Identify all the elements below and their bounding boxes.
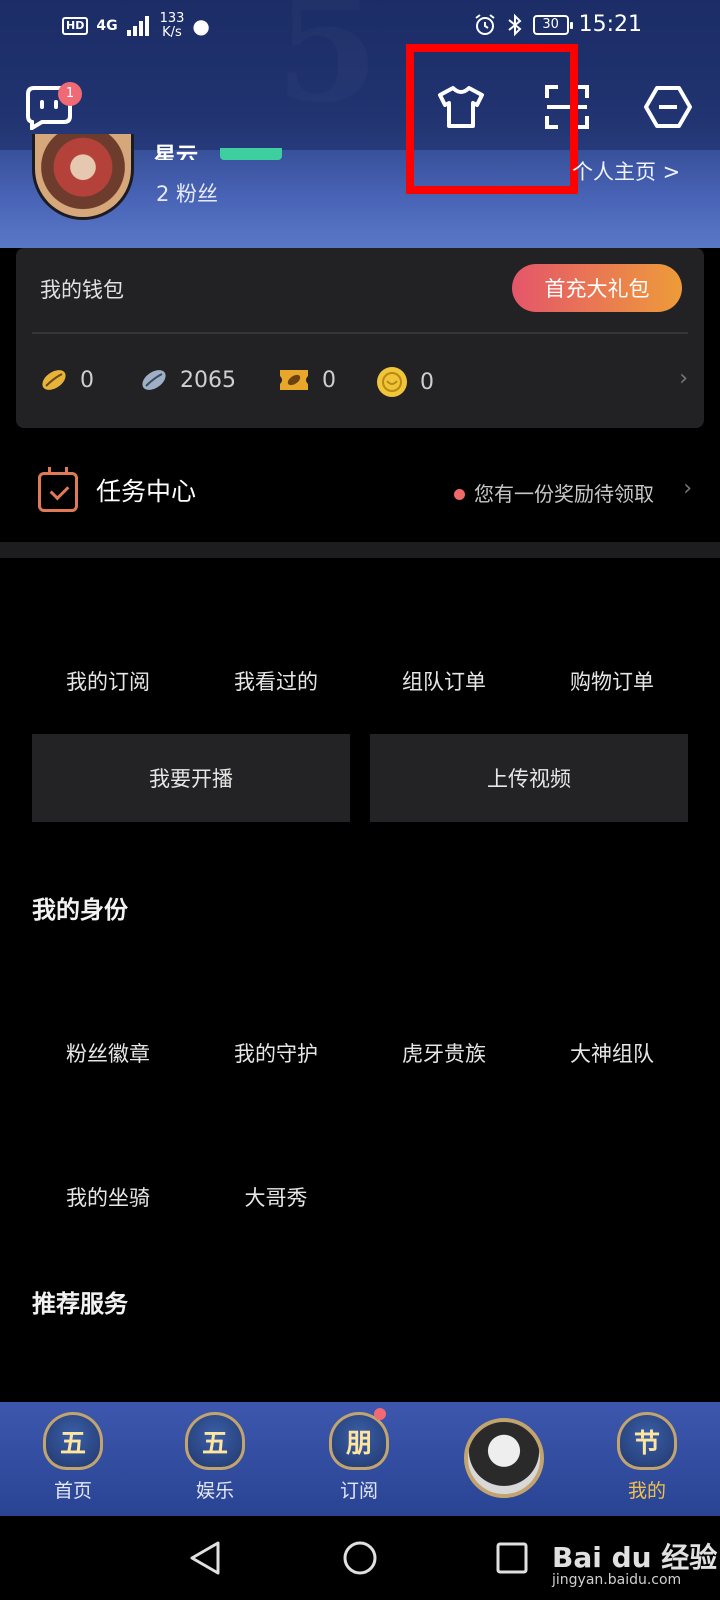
nav-home[interactable]: 五 首页 xyxy=(18,1412,128,1503)
recommend-section-title: 推荐服务 xyxy=(32,1290,128,1318)
wallet-title: 我的钱包 xyxy=(40,278,124,302)
identity-row-2: 我的坐骑 大哥秀 xyxy=(24,1182,696,1212)
silver-bean-icon xyxy=(142,370,166,390)
nav-mine[interactable]: 节 我的 xyxy=(592,1412,702,1503)
network-speed: 133 K/s xyxy=(160,12,185,40)
home-circle-icon[interactable] xyxy=(342,1540,378,1576)
annotation-highlight-box xyxy=(406,44,578,194)
big-brother-show-link[interactable]: 大哥秀 xyxy=(192,1182,360,1212)
speed-unit: K/s xyxy=(162,25,182,40)
nav-entertainment[interactable]: 五 娱乐 xyxy=(160,1412,270,1503)
fans-count[interactable]: 2 粉丝 xyxy=(156,178,218,208)
divider xyxy=(32,332,688,334)
red-dot-indicator xyxy=(454,489,465,500)
coin-balance[interactable]: 0 xyxy=(376,366,434,398)
fan-badge-link[interactable]: 粉丝徽章 xyxy=(24,1038,192,1068)
watermark-url: jingyan.baidu.com xyxy=(552,1572,682,1588)
ticket-icon xyxy=(280,370,308,390)
task-center-row[interactable]: 任务中心 您有一份奖励待领取 › xyxy=(0,460,720,536)
alarm-icon xyxy=(474,13,495,35)
section-separator xyxy=(0,542,720,558)
ticket-value: 0 xyxy=(322,367,336,393)
chat-bubble-icon: ● xyxy=(192,14,210,38)
status-bar: HD 4G 133 K/s ● 30 15:21 xyxy=(0,0,720,52)
nav-entertainment-label: 娱乐 xyxy=(195,1480,234,1502)
entertainment-emblem-icon: 五 xyxy=(185,1412,245,1470)
gold-bean-value: 0 xyxy=(80,367,94,393)
baidu-jingyan-watermark: Bai du 经验 xyxy=(552,1541,718,1574)
hd-indicator: HD xyxy=(62,17,89,35)
message-badge: 1 xyxy=(58,82,82,106)
settings-hexagon-icon xyxy=(644,86,692,128)
gold-bean-icon xyxy=(42,370,66,390)
chevron-right-icon[interactable]: › xyxy=(679,366,688,391)
chevron-right-icon: › xyxy=(683,476,692,501)
battery-indicator: 30 xyxy=(532,14,573,35)
master-team-link[interactable]: 大神组队 xyxy=(528,1038,696,1068)
watch-history-link[interactable]: 我看过的 xyxy=(192,666,360,696)
gold-bean-balance[interactable]: 0 xyxy=(40,366,94,394)
bottom-nav-bar: 五 首页 五 娱乐 朋 订阅 节 我的 xyxy=(0,1402,720,1516)
home-emblem-icon: 五 xyxy=(43,1412,103,1470)
noble-link[interactable]: 虎牙贵族 xyxy=(360,1038,528,1068)
recents-square-icon[interactable] xyxy=(496,1542,528,1574)
my-guard-link[interactable]: 我的守护 xyxy=(192,1038,360,1068)
back-icon[interactable] xyxy=(188,1540,222,1576)
my-subscriptions-link[interactable]: 我的订阅 xyxy=(24,666,192,696)
my-mount-link[interactable]: 我的坐骑 xyxy=(24,1182,192,1212)
subscriptions-emblem-icon: 朋 xyxy=(329,1412,389,1470)
system-nav-bar: Bai du 经验 jingyan.baidu.com xyxy=(0,1516,720,1600)
signal-bars-icon xyxy=(126,16,149,36)
coin-value: 0 xyxy=(420,369,434,395)
ticket-balance[interactable]: 0 xyxy=(278,366,336,394)
homepage-link[interactable]: 个人主页 > xyxy=(572,156,680,186)
nav-subscriptions[interactable]: 朋 订阅 xyxy=(304,1408,414,1503)
level-badge xyxy=(220,148,282,160)
mine-emblem-icon: 节 xyxy=(617,1412,677,1470)
center-avatar-button[interactable] xyxy=(464,1418,544,1498)
settings-button[interactable] xyxy=(644,84,692,130)
nickname: 星云 xyxy=(154,144,199,160)
upload-video-button[interactable]: 上传视频 xyxy=(370,734,688,822)
top-action-bar: 1 xyxy=(0,70,720,144)
task-center-title: 任务中心 xyxy=(96,477,197,506)
team-orders-link[interactable]: 组队订单 xyxy=(360,666,528,696)
silver-bean-value: 2065 xyxy=(180,367,236,393)
identity-section-title: 我的身份 xyxy=(32,896,128,924)
coin-icon xyxy=(377,367,407,397)
signal-indicator: 4G xyxy=(96,18,118,34)
identity-row-1: 粉丝徽章 我的守护 虎牙贵族 大神组队 xyxy=(24,1038,696,1068)
calendar-check-icon xyxy=(38,467,78,512)
shopping-orders-link[interactable]: 购物订单 xyxy=(528,666,696,696)
nav-subscriptions-label: 订阅 xyxy=(339,1480,378,1502)
silver-bean-balance[interactable]: 2065 xyxy=(140,366,236,394)
speed-value: 133 xyxy=(159,11,185,26)
first-recharge-gift-button[interactable]: 首充大礼包 xyxy=(512,264,682,312)
nav-red-dot xyxy=(374,1408,386,1420)
clock: 15:21 xyxy=(578,12,642,37)
quick-links-row: 我的订阅 我看过的 组队订单 购物订单 xyxy=(24,666,696,696)
nav-mine-label: 我的 xyxy=(627,1480,666,1502)
task-reward-tip: 您有一份奖励待领取 xyxy=(474,482,654,506)
nav-home-label: 首页 xyxy=(53,1480,92,1502)
wallet-card[interactable]: 我的钱包 首充大礼包 0 2065 0 0 › xyxy=(16,248,704,428)
bluetooth-icon xyxy=(507,13,522,36)
start-live-button[interactable]: 我要开播 xyxy=(32,734,350,822)
